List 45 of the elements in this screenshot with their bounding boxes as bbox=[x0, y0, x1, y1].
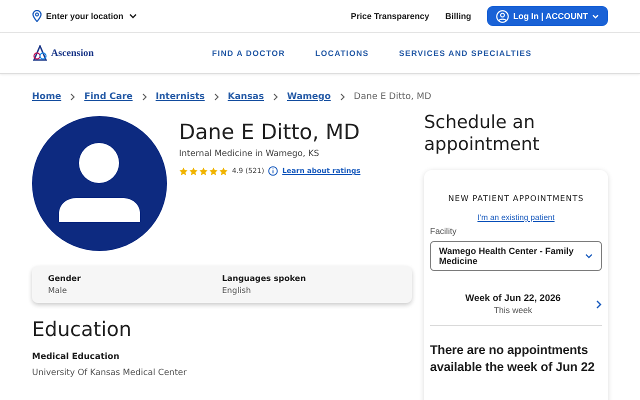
location-pin-icon bbox=[32, 10, 42, 22]
chevron-right-icon bbox=[273, 93, 278, 101]
card-heading: NEW PATIENT APPOINTMENTS bbox=[447, 194, 585, 203]
week-note: This week bbox=[494, 305, 532, 315]
chevron-right-icon bbox=[340, 93, 345, 101]
breadcrumb-link[interactable]: Wamego bbox=[287, 92, 331, 102]
doctor-name: Dane E Ditto, MD bbox=[179, 120, 360, 144]
breadcrumb-link[interactable]: Kansas bbox=[228, 92, 264, 102]
chevron-down-icon bbox=[585, 253, 593, 259]
breadcrumb-link[interactable]: Home bbox=[32, 92, 62, 102]
schedule-heading: Schedule an appointment bbox=[424, 112, 540, 156]
breadcrumb-link[interactable]: Find Care bbox=[84, 92, 133, 102]
chevron-down-icon bbox=[129, 13, 138, 19]
detail-value: English bbox=[222, 286, 252, 295]
next-week-icon[interactable] bbox=[596, 300, 602, 308]
location-selector[interactable]: Enter your location bbox=[46, 11, 138, 21]
specialty-text: Internal Medicine in Wamego, KS bbox=[179, 149, 320, 159]
logo-icon bbox=[32, 44, 48, 62]
detail-label: Gender bbox=[48, 274, 82, 283]
week-title: Week of Jun 22, 2026 bbox=[465, 293, 561, 304]
nav-link[interactable]: SERVICES AND SPECIALTIES bbox=[398, 48, 532, 58]
chevron-right-icon bbox=[214, 93, 219, 101]
breadcrumb-link[interactable]: Internists bbox=[156, 92, 205, 102]
header-link[interactable]: Price Transparency bbox=[350, 11, 430, 21]
chevron-right-icon bbox=[142, 93, 147, 101]
field-label: Facility bbox=[430, 226, 458, 236]
breadcrumb-current: Dane E Ditto, MD bbox=[354, 92, 432, 102]
account-button[interactable]: Log In | ACCOUNT bbox=[487, 6, 608, 26]
facility-dropdown[interactable]: Wamego Health Center - Family Medicine bbox=[430, 241, 602, 271]
nav-link[interactable]: FIND A DOCTOR bbox=[212, 48, 286, 58]
detail-value: Male bbox=[48, 286, 68, 295]
chevron-right-icon bbox=[70, 93, 76, 101]
logo-text[interactable]: Ascension bbox=[51, 48, 94, 58]
user-icon bbox=[496, 10, 510, 22]
chevron-down-icon bbox=[592, 14, 599, 18]
header-link[interactable]: Billing bbox=[445, 11, 472, 21]
section-heading: Education bbox=[32, 317, 133, 341]
avatar-icon bbox=[32, 116, 167, 251]
education-label: Medical Education bbox=[32, 352, 120, 362]
detail-label: Languages spoken bbox=[222, 274, 307, 283]
info-icon bbox=[268, 166, 278, 176]
existing-patient-link[interactable]: I'm an existing patient bbox=[430, 213, 602, 222]
nav-link[interactable]: LOCATIONS bbox=[315, 48, 369, 58]
no-appointments-message: There are no appointments available the week of Jun 22 bbox=[430, 342, 596, 376]
education-value: University Of Kansas Medical Center bbox=[32, 368, 188, 378]
